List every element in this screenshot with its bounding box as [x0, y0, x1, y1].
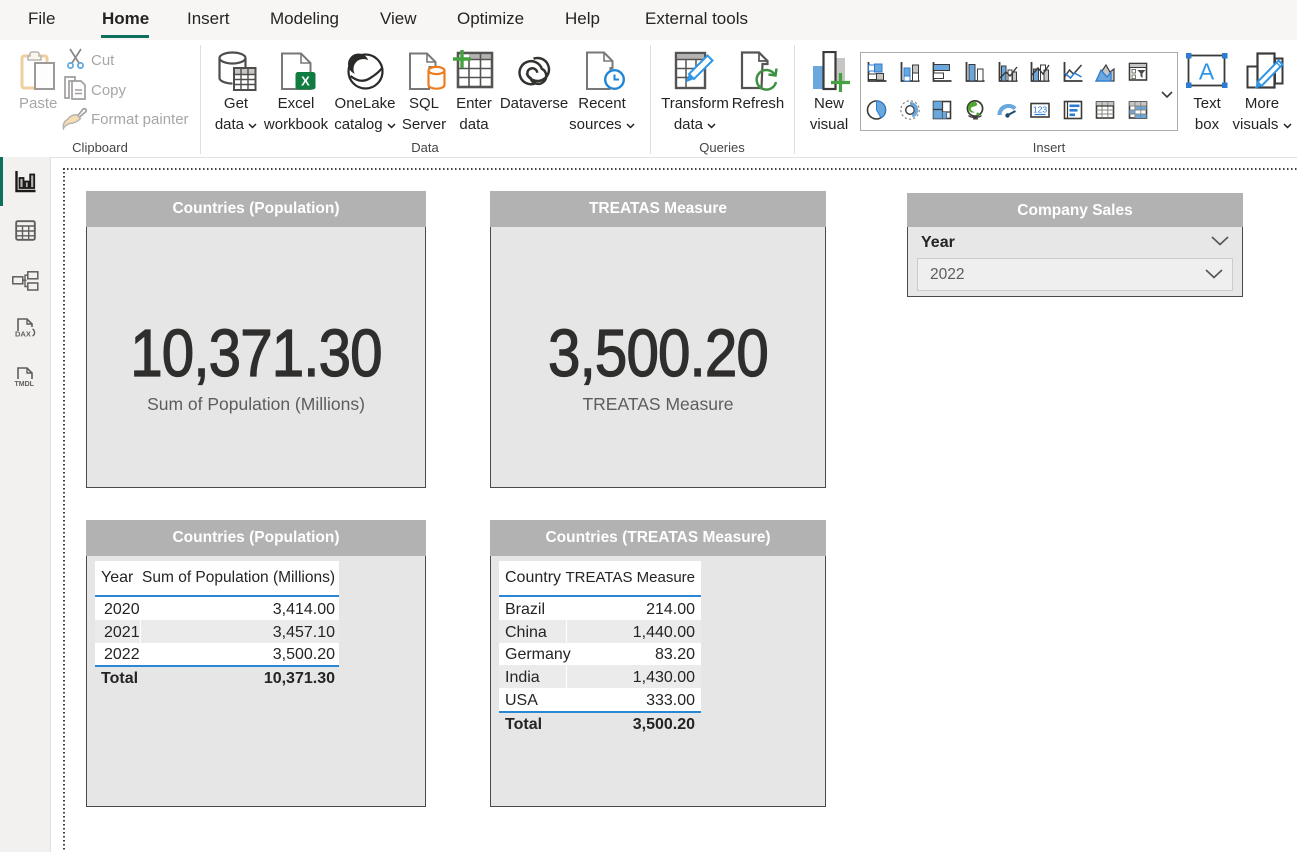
svg-text:DAX: DAX [15, 330, 31, 339]
svg-text:A: A [1199, 59, 1215, 85]
svg-text:TMDL: TMDL [15, 381, 35, 388]
svg-text:X: X [301, 74, 310, 89]
svg-text:123: 123 [1033, 105, 1047, 115]
